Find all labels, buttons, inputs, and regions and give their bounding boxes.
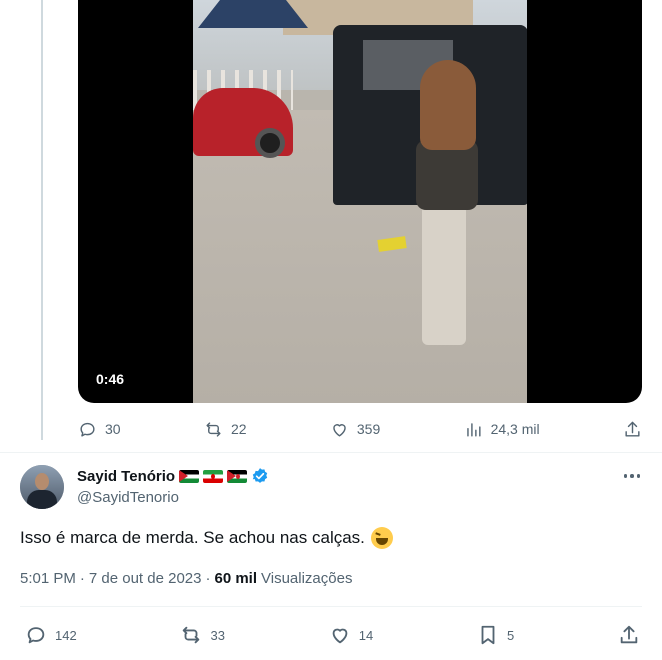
share-button[interactable] [618, 624, 640, 646]
heart-icon [333, 423, 346, 437]
repost-icon [206, 421, 221, 437]
video-player[interactable] [78, 0, 642, 403]
iran-flag-icon [203, 469, 224, 483]
bookmark-button[interactable]: 5 [477, 624, 514, 646]
western-sahara-flag-icon [227, 469, 248, 483]
video-scene-wheel [255, 128, 285, 158]
share-button[interactable] [623, 420, 642, 439]
author-name[interactable]: Sayid Tenório [77, 468, 175, 485]
bookmark-icon [481, 625, 495, 645]
thread-connector-line [41, 0, 43, 440]
more-options-button[interactable] [620, 466, 644, 486]
avatar[interactable] [20, 465, 64, 509]
tweet-date[interactable]: 7 de out de 2023 [89, 570, 202, 587]
author-row: Sayid Tenório [77, 467, 269, 485]
reply-count: 142 [55, 627, 77, 643]
tweet-text: Isso é marca de merda. Se achou nas calç… [20, 527, 393, 549]
repost-count: 33 [210, 627, 225, 643]
analytics-icon [466, 422, 481, 437]
avatar-body [27, 490, 57, 509]
avatar-head [35, 473, 49, 490]
author-block: Sayid Tenório @SayidTenorio [77, 467, 269, 506]
reply-button[interactable]: 142 [25, 624, 77, 646]
like-button[interactable]: 359 [330, 420, 380, 439]
video-frame [193, 0, 527, 403]
bookmark-count: 5 [506, 627, 515, 643]
divider [0, 452, 662, 453]
video-scene-person-hair [420, 60, 476, 150]
video-duration-badge: 0:46 [96, 371, 125, 387]
repost-button[interactable]: 22 [204, 420, 247, 439]
tweet-action-bar: 142 33 14 5 [25, 623, 640, 647]
views-count: 24,3 mil [490, 421, 540, 437]
share-icon [620, 625, 638, 644]
palestine-flag-icon [179, 469, 200, 483]
repost-icon [183, 626, 200, 644]
author-handle[interactable]: @SayidTenorio [77, 489, 269, 506]
like-count: 14 [358, 627, 374, 643]
views-button[interactable]: 24,3 mil [464, 420, 540, 439]
meta-separator: · [205, 570, 211, 587]
reply-icon [27, 627, 45, 644]
meta-separator: · [79, 570, 85, 587]
tweet-views-label[interactable]: Visualizações [261, 570, 352, 587]
more-dot-icon [630, 474, 634, 478]
video-scene-person [408, 60, 488, 360]
tweet-views-count: 60 mil [214, 570, 258, 587]
video-scene-person-torso [416, 140, 478, 210]
divider [20, 606, 642, 607]
verified-badge-icon [251, 467, 269, 485]
heart-icon [332, 628, 348, 644]
more-dot-icon [623, 474, 628, 478]
video-scene-person-legs [422, 205, 466, 345]
share-icon [625, 421, 640, 437]
repost-button[interactable]: 33 [180, 624, 225, 646]
like-count: 359 [356, 421, 381, 437]
reply-icon [80, 422, 95, 437]
reply-count: 30 [105, 421, 121, 437]
reply-button[interactable]: 30 [78, 420, 121, 439]
repost-count: 22 [230, 421, 247, 437]
tweet-body: Isso é marca de merda. Se achou nas calç… [20, 528, 365, 547]
more-dot-icon [636, 474, 641, 478]
like-button[interactable]: 14 [329, 624, 373, 646]
grinning-squinting-face-icon [370, 527, 393, 549]
tweet-time[interactable]: 5:01 PM [20, 570, 76, 587]
tweet-metadata: 5:01 PM · 7 de out de 2023 · 60 mil Visu… [20, 570, 352, 587]
quoted-tweet-action-bar: 30 22 359 24,3 mil [78, 417, 642, 441]
